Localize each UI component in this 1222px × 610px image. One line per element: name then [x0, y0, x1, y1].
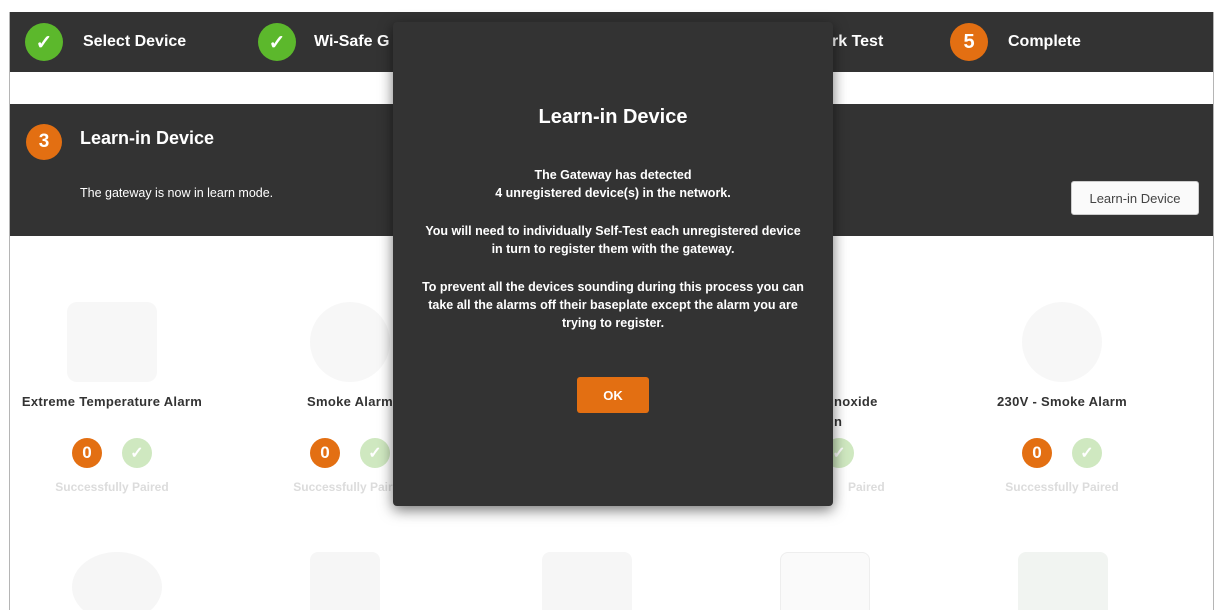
device-thumbnail[interactable]: [72, 552, 162, 610]
section-description: The gateway is now in learn mode.: [80, 186, 274, 200]
device-status-icons: 0 ✓: [12, 438, 212, 468]
step-label: Complete: [1008, 33, 1081, 50]
device-image: [310, 302, 390, 382]
device-name: Extreme Temperature Alarm: [21, 394, 203, 409]
device-thumbnail[interactable]: [310, 552, 380, 610]
check-circle-icon: ✓: [360, 438, 390, 468]
check-circle-icon: ✓: [1072, 438, 1102, 468]
dialog-detected-line: The Gateway has detected: [534, 168, 692, 182]
device-status-icons: 0 ✓: [962, 438, 1162, 468]
step-select-device: ✓ Select Device: [25, 22, 186, 62]
device-thumbnail[interactable]: [780, 552, 870, 610]
step-complete: 5 Complete: [950, 22, 1081, 62]
step-number-badge: 5: [950, 23, 988, 61]
unregistered-count-badge: 0: [1022, 438, 1052, 468]
dialog-title: Learn-in Device: [538, 106, 688, 128]
device-image: [1022, 302, 1102, 382]
check-circle-icon: ✓: [122, 438, 152, 468]
step-label: Select Device: [83, 33, 187, 50]
step-wi-safe-gateway: ✓ Wi-Safe G: [258, 22, 389, 62]
device-image: [67, 302, 157, 382]
step-network-test: rk Test: [832, 22, 883, 62]
step-number-badge: 3: [26, 124, 62, 160]
ok-button[interactable]: OK: [577, 377, 649, 413]
unregistered-count-badge: 0: [72, 438, 102, 468]
step-label: Wi-Safe G: [314, 33, 390, 50]
dialog-self-test-text: You will need to individually Self-Test …: [425, 224, 801, 256]
dialog-baseplate-text: To prevent all the devices sounding duri…: [422, 280, 804, 330]
check-icon: ✓: [258, 23, 296, 61]
device-card-230v-smoke-alarm[interactable]: 230V - Smoke Alarm 0 ✓ Successfully Pair…: [962, 302, 1162, 494]
check-icon: ✓: [25, 23, 63, 61]
paired-status: Successfully Paired: [1005, 480, 1119, 494]
device-thumbnail[interactable]: [1018, 552, 1108, 610]
step-label: rk Test: [832, 33, 884, 50]
unregistered-count-badge: 0: [310, 438, 340, 468]
device-name: 230V - Smoke Alarm: [997, 394, 1127, 409]
dialog-count-line: 4 unregistered device(s) in the network.: [495, 186, 731, 200]
paired-status: Successfully Paired: [55, 480, 169, 494]
device-thumbnail[interactable]: [542, 552, 632, 610]
device-card-extreme-temperature[interactable]: Extreme Temperature Alarm 0 ✓ Successful…: [12, 302, 212, 494]
learn-in-device-dialog: Learn-in Device The Gateway has detected…: [393, 22, 833, 506]
learn-in-device-button[interactable]: Learn-in Device: [1071, 181, 1199, 215]
section-title: Learn-in Device: [80, 128, 215, 148]
